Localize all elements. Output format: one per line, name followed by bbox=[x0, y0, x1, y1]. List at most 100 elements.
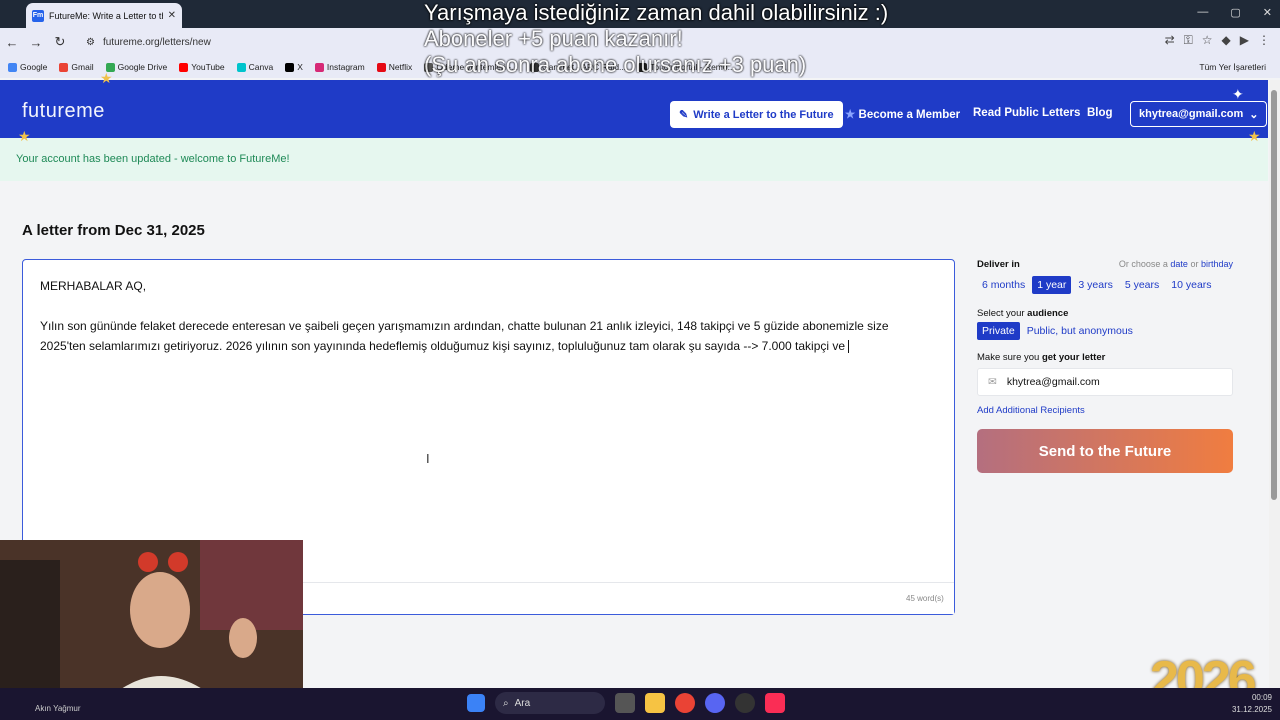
bookmark-favicon-icon bbox=[179, 62, 189, 72]
choose-birthday-link[interactable]: birthday bbox=[1201, 259, 1233, 269]
scrollbar-thumb[interactable] bbox=[1271, 90, 1277, 500]
blog-link[interactable]: Blog bbox=[1087, 107, 1113, 119]
chrome-icon[interactable] bbox=[675, 693, 695, 713]
extension-icon[interactable]: ◆ bbox=[1222, 33, 1231, 48]
taskbar-clock: 00:09 31.12.2025 bbox=[1232, 692, 1272, 716]
deliver-option[interactable]: 10 years bbox=[1166, 276, 1216, 294]
become-member-label: Become a Member bbox=[858, 109, 961, 121]
futureme-favicon: Fm bbox=[32, 9, 44, 22]
overlay-line-2: Aboneler +5 puan kazanır! bbox=[424, 26, 683, 51]
reload-icon[interactable]: ↻ bbox=[48, 34, 72, 50]
music-icon[interactable] bbox=[765, 693, 785, 713]
bookmark-label: Instagram bbox=[326, 62, 365, 72]
bookmark-item[interactable]: X bbox=[285, 62, 303, 72]
deliver-option[interactable]: 3 years bbox=[1073, 276, 1117, 294]
deliver-option[interactable]: 1 year bbox=[1032, 276, 1072, 294]
search-label: Ara bbox=[514, 697, 531, 709]
start-icon[interactable] bbox=[467, 694, 485, 712]
recipient-label-prefix: Make sure you bbox=[977, 352, 1040, 363]
bookmark-favicon-icon bbox=[236, 62, 246, 72]
deliver-option[interactable]: 6 months bbox=[977, 276, 1030, 294]
star-icon: ★ bbox=[845, 109, 856, 121]
taskbar-search[interactable]: ⌕ Ara bbox=[495, 692, 605, 714]
bookmark-item[interactable]: Netflix bbox=[376, 62, 412, 72]
url-text: futureme.org/letters/new bbox=[102, 36, 211, 48]
recipient-email: khytrea@gmail.com bbox=[1006, 376, 1100, 388]
key-icon[interactable]: ⚿ bbox=[1184, 33, 1193, 48]
bookmark-label: Google bbox=[20, 62, 48, 72]
page-scrollbar[interactable] bbox=[1269, 80, 1280, 690]
minimize-icon[interactable]: — bbox=[1197, 6, 1208, 19]
deliver-in-label: Deliver in bbox=[977, 259, 1020, 270]
audience-option[interactable]: Private bbox=[977, 322, 1020, 340]
site-info-icon[interactable]: ⚙ bbox=[86, 37, 95, 48]
browser-tab[interactable]: Fm FutureMe: Write a Letter to the Futur… bbox=[26, 3, 182, 28]
send-to-future-button[interactable]: Send to the Future bbox=[977, 429, 1233, 473]
bookmark-item[interactable]: Google Drive bbox=[105, 62, 168, 72]
play-icon[interactable]: ▶ bbox=[1240, 33, 1249, 48]
translate-icon[interactable]: ⇄ bbox=[1165, 33, 1175, 48]
account-email: khytrea@gmail.com bbox=[1139, 108, 1244, 120]
pencil-icon: ✎ bbox=[679, 109, 689, 121]
letter-body-text[interactable]: MERHABALAR AQ, Yılın son gününde felaket… bbox=[40, 276, 920, 356]
bookmark-item[interactable]: Gmail bbox=[59, 62, 94, 72]
bookmark-item[interactable]: Google bbox=[8, 62, 47, 72]
choose-prefix: Or choose a bbox=[1118, 259, 1168, 269]
audience-options: Private Public, but anonymous bbox=[977, 322, 1233, 340]
streamer-name: Akın Yağmur bbox=[35, 704, 81, 713]
delivery-options-panel: Deliver in Or choose a date or birthday … bbox=[977, 259, 1233, 473]
envelope-icon: ✉ bbox=[988, 376, 997, 388]
taskbar-apps: ⌕ Ara bbox=[467, 692, 785, 714]
task-view-icon[interactable] bbox=[615, 693, 635, 713]
choose-date-hint: Or choose a date or birthday bbox=[1119, 259, 1233, 269]
become-member-link[interactable]: ★ Become a Member bbox=[845, 107, 960, 121]
overlay-line-1: Yarışmaya istediğiniz zaman dahil olabil… bbox=[424, 0, 889, 25]
bookmark-favicon-icon bbox=[285, 62, 295, 72]
bookmark-label: X bbox=[297, 62, 303, 72]
audience-option[interactable]: Public, but anonymous bbox=[1022, 322, 1138, 340]
letter-heading: A letter from Dec 31, 2025 bbox=[22, 222, 205, 239]
futureme-logo[interactable]: futureme bbox=[22, 100, 105, 123]
choose-or: or bbox=[1190, 259, 1199, 269]
bookmark-item[interactable]: Instagram bbox=[314, 62, 365, 72]
recipient-label: Make sure you get your letter bbox=[977, 352, 1233, 363]
back-icon[interactable]: ← bbox=[0, 35, 24, 50]
close-window-icon[interactable]: ✕ bbox=[1263, 6, 1272, 19]
flash-message: Your account has been updated - welcome … bbox=[0, 138, 1268, 181]
discord-icon[interactable] bbox=[705, 693, 725, 713]
audience-label-strong: audience bbox=[1027, 308, 1069, 319]
bookmark-favicon-icon bbox=[59, 62, 69, 72]
maximize-icon[interactable]: ▢ bbox=[1230, 6, 1240, 19]
all-bookmarks-folder[interactable]: Tüm Yer İşaretleri bbox=[1199, 62, 1280, 72]
recipient-label-strong: get your letter bbox=[1041, 352, 1106, 363]
bookmark-item[interactable]: Canva bbox=[236, 62, 274, 72]
bookmark-item[interactable]: YouTube bbox=[179, 62, 225, 72]
bookmark-label: YouTube bbox=[191, 62, 225, 72]
search-icon: ⌕ bbox=[503, 697, 509, 709]
file-explorer-icon[interactable] bbox=[645, 693, 665, 713]
choose-date-link[interactable]: date bbox=[1170, 259, 1188, 269]
bookmark-label: Google Drive bbox=[117, 62, 168, 72]
deliver-option[interactable]: 5 years bbox=[1120, 276, 1164, 294]
forward-icon[interactable]: → bbox=[24, 35, 48, 50]
recipient-email-field[interactable]: ✉ khytrea@gmail.com bbox=[977, 368, 1233, 396]
menu-icon[interactable]: ⋮ bbox=[1258, 33, 1270, 48]
audience-label-prefix: Select your bbox=[977, 308, 1025, 319]
account-dropdown[interactable]: khytrea@gmail.com ⌄ bbox=[1130, 101, 1268, 127]
obs-icon[interactable] bbox=[735, 693, 755, 713]
bookmark-star-icon[interactable]: ☆ bbox=[1202, 33, 1213, 48]
bookmark-favicon-icon bbox=[8, 62, 17, 72]
streamer-image bbox=[0, 540, 303, 712]
bookmark-favicon-icon bbox=[314, 62, 324, 72]
decor-star-icon: ★ bbox=[18, 128, 31, 144]
word-count: 45 word(s) bbox=[906, 594, 944, 603]
read-public-letters-link[interactable]: Read Public Letters bbox=[973, 107, 1080, 119]
clock-date: 31.12.2025 bbox=[1231, 705, 1272, 714]
add-recipients-link[interactable]: Add Additional Recipients bbox=[977, 405, 1233, 416]
deliver-options: 6 months 1 year 3 years 5 years 10 years bbox=[977, 276, 1233, 294]
write-letter-button[interactable]: ✎ Write a Letter to the Future bbox=[670, 101, 843, 128]
close-tab-icon[interactable]: ✕ bbox=[168, 10, 176, 21]
bookmark-label: Canva bbox=[248, 62, 274, 72]
write-letter-label: Write a Letter to the Future bbox=[693, 108, 834, 121]
decor-star-icon: ★ bbox=[100, 70, 113, 86]
